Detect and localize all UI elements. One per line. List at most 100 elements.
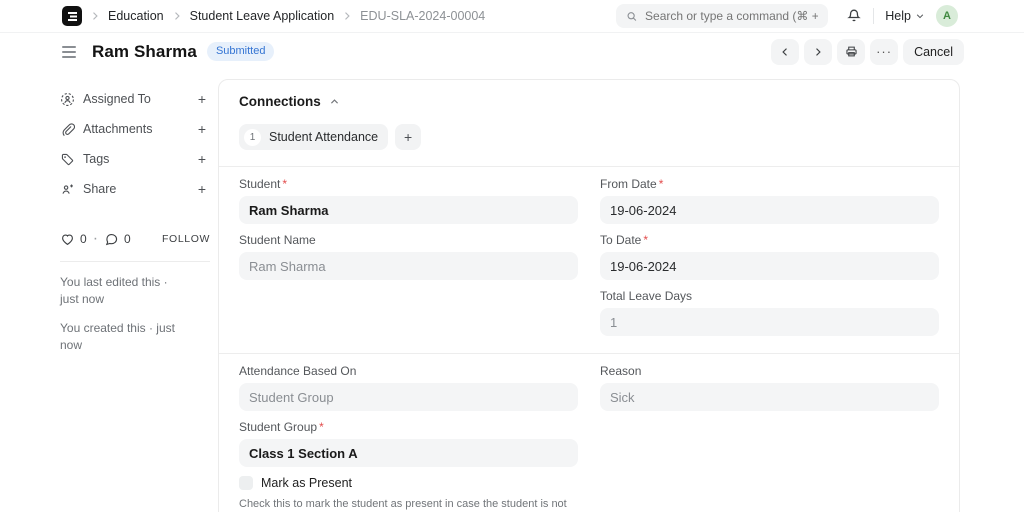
- app-logo[interactable]: [62, 6, 82, 26]
- breadcrumb-document-id[interactable]: EDU-SLA-2024-00004: [360, 9, 485, 23]
- sidebar-item-label: Assigned To: [83, 92, 151, 106]
- connection-label: Student Attendance: [269, 130, 379, 144]
- attendance-section: Attendance Based On Student Group* Mark …: [219, 354, 959, 512]
- leave-details-section: Student* Student Name From Date* To Date…: [219, 167, 959, 353]
- attendance-based-on-field: Attendance Based On: [239, 364, 578, 411]
- notifications-bell-icon[interactable]: [846, 8, 862, 24]
- add-connection-button[interactable]: +: [395, 124, 422, 150]
- to-date-input[interactable]: [600, 252, 939, 280]
- document-sidebar: Assigned To + Attachments + Tags + Share…: [60, 79, 210, 355]
- connections-section: Connections 1 Student Attendance +: [219, 80, 959, 166]
- mark-as-present-description: Check this to mark the student as presen…: [239, 498, 567, 510]
- comments-count: 0: [124, 232, 131, 246]
- add-attachment-button[interactable]: +: [194, 120, 210, 138]
- mark-as-present-row[interactable]: Mark as Present: [239, 476, 578, 490]
- attendance-based-on-field-label: Attendance Based On: [239, 364, 357, 378]
- attendance-based-on-select[interactable]: [239, 383, 578, 411]
- sidebar-item-assigned-to[interactable]: Assigned To +: [60, 84, 210, 114]
- to-date-field-label: To Date *: [600, 233, 649, 247]
- paperclip-icon: [62, 122, 75, 136]
- mark-as-present-label: Mark as Present: [261, 476, 353, 490]
- required-marker: *: [643, 233, 649, 247]
- prev-document-button[interactable]: [771, 38, 800, 65]
- reason-input[interactable]: [600, 383, 939, 411]
- reason-field-label: Reason: [600, 364, 642, 378]
- student-input[interactable]: [239, 196, 578, 224]
- from-date-field: From Date *: [600, 177, 939, 224]
- user-avatar[interactable]: A: [936, 5, 958, 27]
- connection-student-attendance[interactable]: 1 Student Attendance: [239, 124, 389, 150]
- add-tag-button[interactable]: +: [194, 150, 210, 168]
- chevron-right-icon: [89, 10, 101, 22]
- reactions-row: 0 · 0 FOLLOW: [60, 230, 210, 248]
- required-marker: *: [282, 177, 288, 191]
- top-navbar: Education Student Leave Application EDU-…: [0, 0, 1024, 33]
- sidebar-item-attachments[interactable]: Attachments +: [60, 114, 210, 144]
- navbar-divider: [873, 8, 875, 24]
- required-marker: *: [658, 177, 664, 191]
- breadcrumb: Education Student Leave Application EDU-…: [82, 9, 485, 23]
- add-assignment-button[interactable]: +: [194, 90, 210, 108]
- dot-separator: ·: [92, 230, 99, 247]
- heart-like-icon[interactable]: [60, 232, 75, 247]
- sidebar-item-tags[interactable]: Tags +: [60, 144, 210, 174]
- add-share-button[interactable]: +: [194, 180, 210, 198]
- student-field: Student *: [239, 177, 578, 224]
- page-title: Ram Sharma: [92, 41, 197, 61]
- chevron-up-icon[interactable]: [329, 96, 340, 107]
- connection-count-badge: 1: [244, 128, 261, 146]
- reason-field: Reason: [600, 364, 939, 411]
- chevron-right-icon: [341, 10, 353, 22]
- to-date-field: To Date *: [600, 233, 939, 280]
- sidebar-divider: [60, 261, 210, 262]
- cancel-button[interactable]: Cancel: [903, 38, 964, 65]
- chevron-left-icon: [782, 47, 788, 56]
- page-header: Ram Sharma Submitted ··· Cancel: [0, 33, 1024, 70]
- student-group-field: Student Group *: [239, 420, 578, 467]
- chevron-right-icon: [171, 10, 183, 22]
- search-icon: [627, 11, 637, 21]
- sidebar-toggle-icon[interactable]: [60, 42, 78, 62]
- education-logo-icon: [67, 11, 77, 21]
- form-card: Connections 1 Student Attendance + Stude…: [218, 79, 960, 512]
- last-edited-text: You last edited this · just now: [60, 275, 168, 307]
- share-user-icon: [62, 184, 73, 194]
- required-marker: *: [319, 420, 324, 434]
- help-menu[interactable]: Help: [885, 9, 925, 23]
- tag-icon: [61, 153, 74, 165]
- student-name-field-label: Student Name: [239, 233, 316, 247]
- from-date-field-label: From Date *: [600, 177, 664, 191]
- breadcrumb-education[interactable]: Education: [108, 9, 164, 23]
- total-leave-days-field: Total Leave Days: [600, 289, 939, 336]
- sidebar-item-share[interactable]: Share +: [60, 174, 210, 204]
- student-name-field: Student Name: [239, 233, 578, 280]
- sidebar-item-label: Tags: [83, 152, 110, 166]
- sidebar-item-label: Share: [83, 182, 117, 196]
- global-search[interactable]: [616, 4, 829, 28]
- student-name-input[interactable]: [239, 252, 578, 280]
- breadcrumb-doctype[interactable]: Student Leave Application: [190, 9, 335, 23]
- printer-icon: [846, 46, 857, 57]
- mark-as-present-checkbox[interactable]: [239, 476, 253, 490]
- search-input[interactable]: [645, 9, 819, 23]
- assign-user-icon: [61, 92, 74, 106]
- follow-button[interactable]: FOLLOW: [162, 233, 210, 245]
- chevron-down-icon: [916, 14, 924, 19]
- help-label: Help: [885, 9, 911, 23]
- print-button[interactable]: [837, 38, 866, 65]
- created-text: You created this · just now: [60, 320, 175, 353]
- student-group-input[interactable]: [239, 439, 578, 467]
- comments-icon[interactable]: [104, 232, 119, 247]
- total-leave-days-field-label: Total Leave Days: [600, 289, 693, 303]
- next-document-button[interactable]: [804, 38, 833, 65]
- connections-title: Connections: [239, 94, 321, 109]
- from-date-input[interactable]: [600, 196, 939, 224]
- total-leave-days-input[interactable]: [600, 308, 939, 336]
- sidebar-item-label: Attachments: [83, 122, 153, 136]
- status-badge: Submitted: [206, 42, 275, 61]
- likes-count: 0: [80, 232, 87, 246]
- student-field-label: Student *: [239, 177, 288, 191]
- chevron-right-icon: [816, 47, 821, 56]
- student-group-field-label: Student Group *: [239, 420, 324, 434]
- more-actions-button[interactable]: ···: [870, 38, 899, 65]
